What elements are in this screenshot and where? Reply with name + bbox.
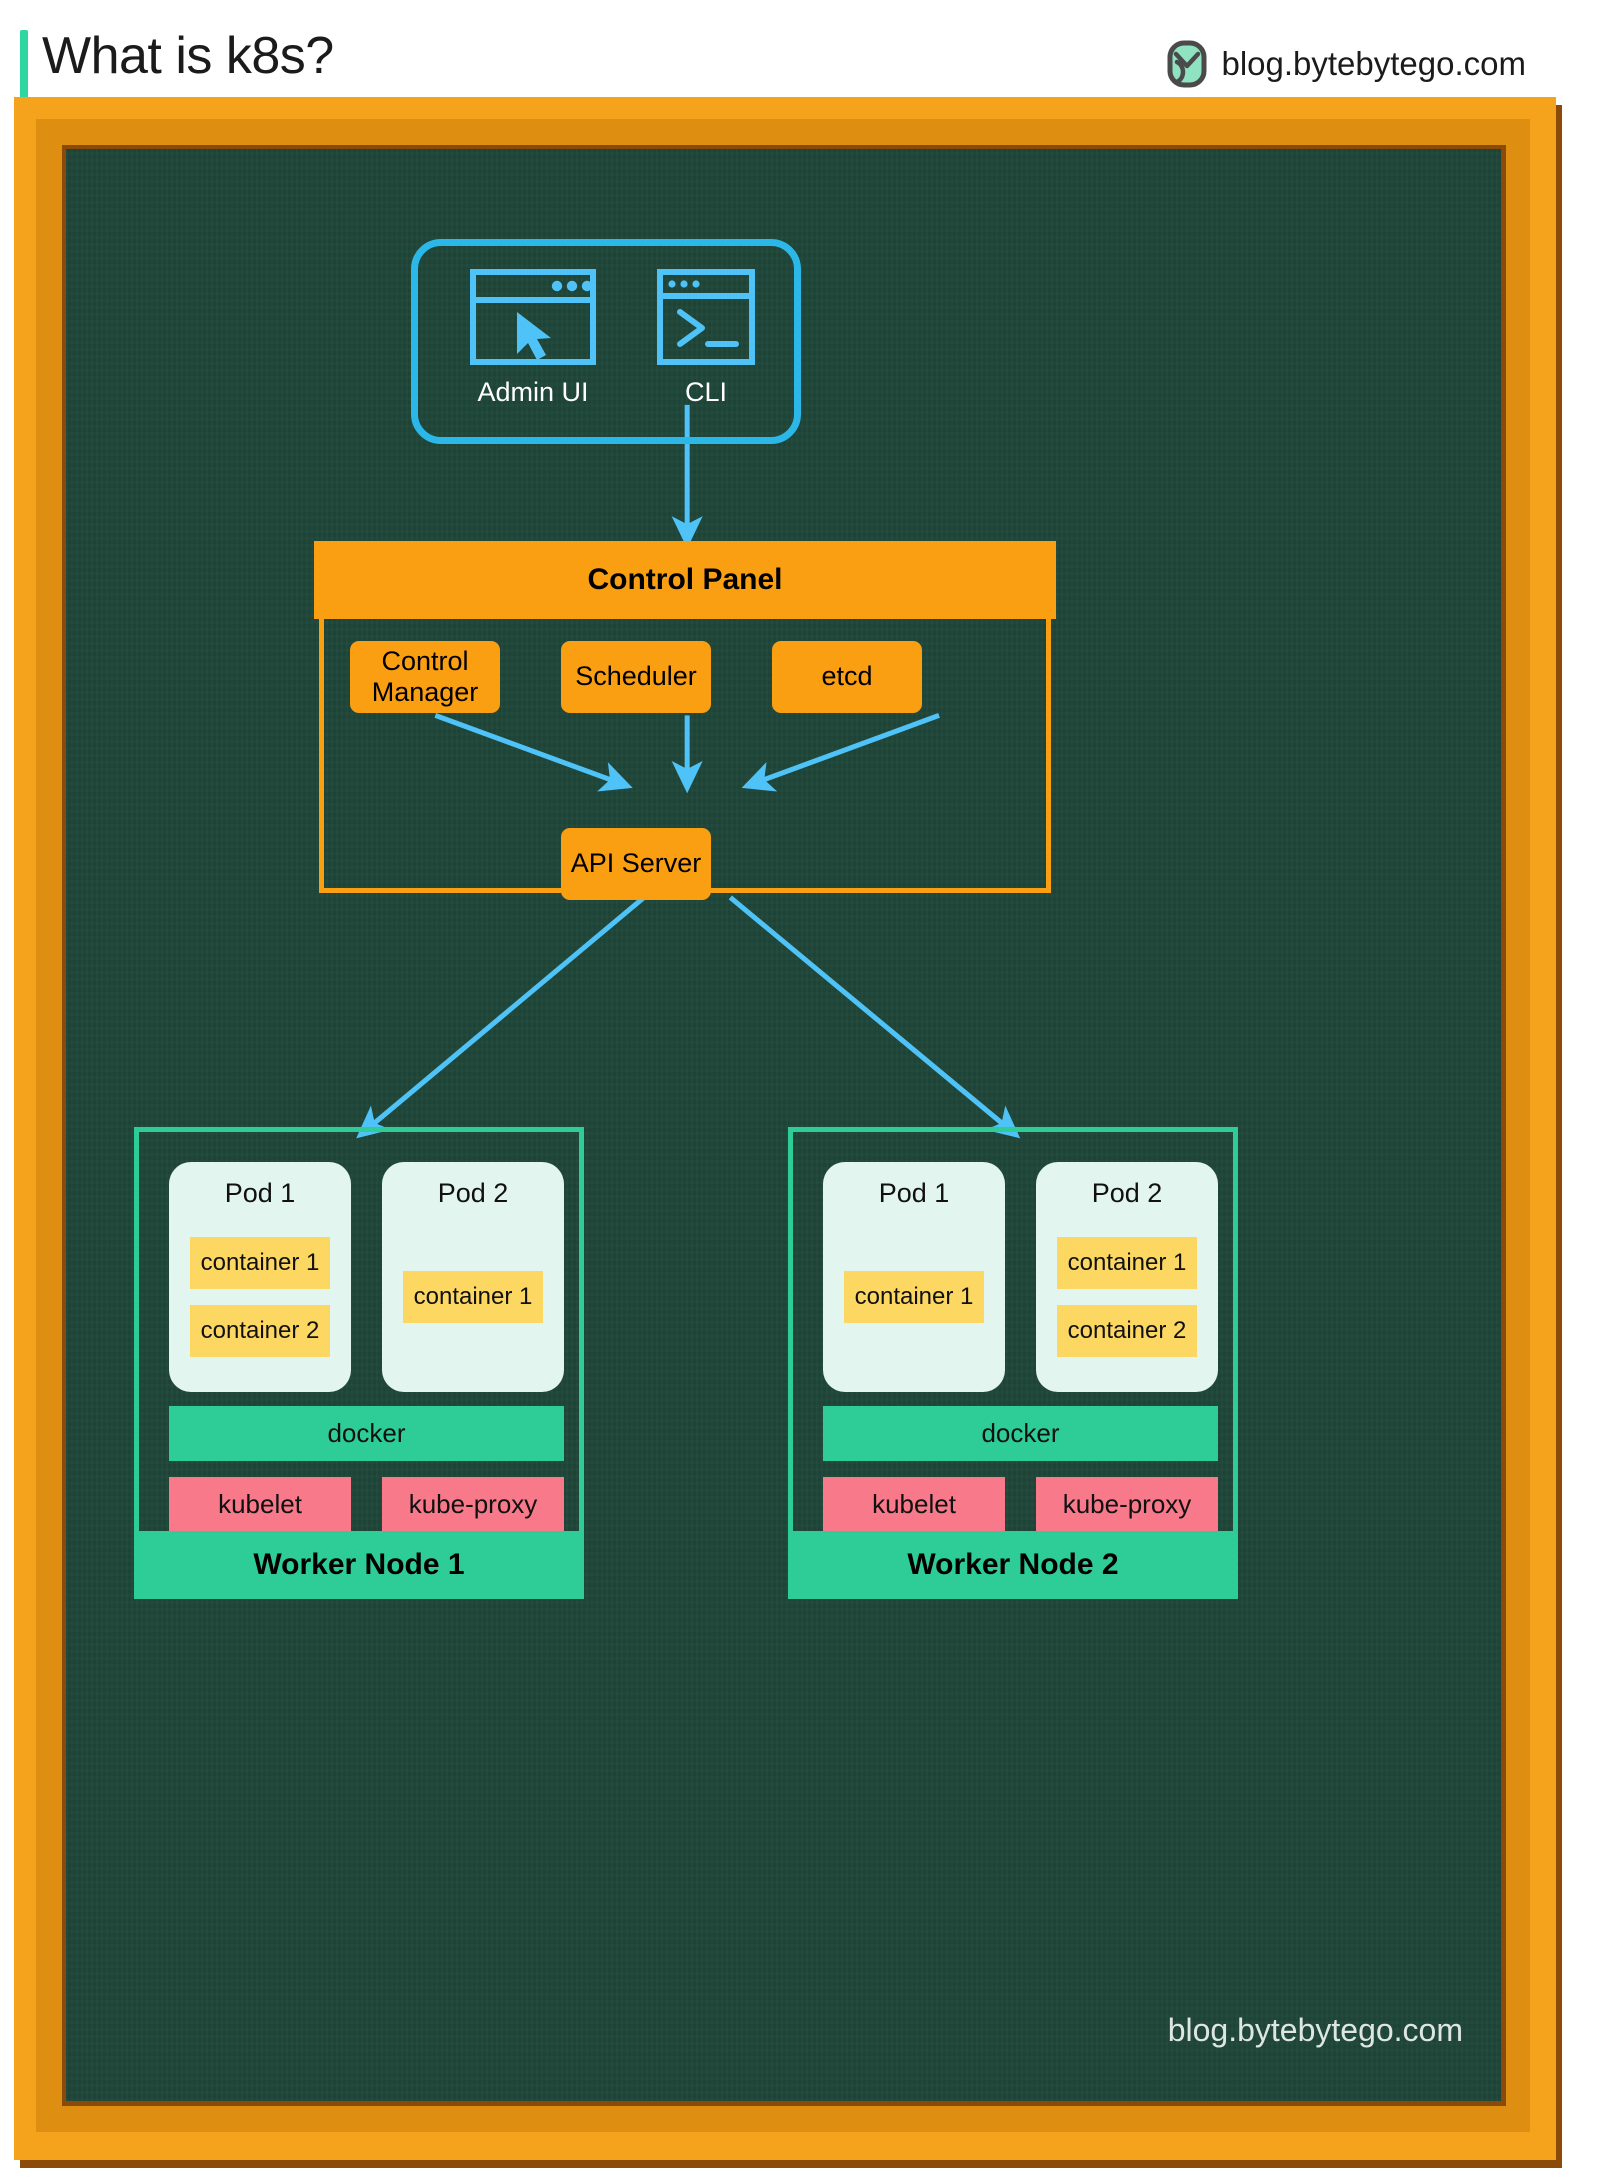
pod[interactable]: Pod 2 container 1 container 2 [1036,1162,1218,1392]
pod[interactable]: Pod 2 container 1 [382,1162,564,1392]
container-runtime-docker[interactable]: docker [823,1406,1218,1461]
worker-node-1-body: Pod 1 container 1 container 2 Pod 2 cont… [134,1127,584,1539]
chalkboard-surface: Admin UI CLI Control Panel Control Manag… [66,149,1501,2101]
brand-label: blog.bytebytego.com [1221,45,1526,82]
container-chip[interactable]: container 1 [1057,1236,1197,1289]
pod-title: Pod 2 [437,1178,509,1208]
component-api-server[interactable]: API Server [561,828,711,900]
control-panel-group: Control Panel Control Manager Scheduler … [314,541,1056,900]
pod[interactable]: Pod 1 container 1 [823,1162,1005,1392]
pod-title: Pod 1 [878,1178,950,1208]
chalkboard-frame: Admin UI CLI Control Panel Control Manag… [14,97,1556,2160]
pod-title: Pod 2 [1091,1178,1163,1208]
board-watermark: blog.bytebytego.com [1167,2012,1463,2048]
control-manager-line2: Manager [371,677,479,707]
service-kubelet[interactable]: kubelet [823,1477,1005,1532]
worker-node-2-title: Worker Node 2 [788,1531,1238,1599]
container-chip[interactable]: container 1 [403,1270,543,1323]
chalkboard-frame-inner: Admin UI CLI Control Panel Control Manag… [62,145,1506,2106]
control-panel-title: Control Panel [314,541,1056,619]
container-chip[interactable]: container 2 [190,1304,330,1357]
connector-arrows [356,404,1021,1139]
arrow-api-to-worker-node-2 [728,895,1021,1139]
worker-node-2-body: Pod 1 container 1 Pod 2 container 1 cont… [788,1127,1238,1539]
component-control-manager[interactable]: Control Manager [350,641,500,713]
control-manager-line1: Control [381,645,469,676]
terminal-prompt-icon [657,269,755,365]
service-kubelet[interactable]: kubelet [169,1477,351,1532]
client-cli[interactable]: CLI [646,268,766,408]
service-kube-proxy[interactable]: kube-proxy [382,1477,564,1532]
container-chip[interactable]: container 2 [1057,1304,1197,1357]
browser-window-cursor-icon [470,269,596,365]
chalkboard-frame-mid: Admin UI CLI Control Panel Control Manag… [36,119,1530,2132]
pod-title: Pod 1 [224,1178,296,1208]
service-kube-proxy[interactable]: kube-proxy [1036,1477,1218,1532]
component-scheduler[interactable]: Scheduler [561,641,711,713]
pod-containers: container 1 container 2 [1036,1215,1218,1392]
page-title: What is k8s? [42,27,334,85]
client-label: Admin UI [477,377,589,407]
container-runtime-docker[interactable]: docker [169,1406,564,1461]
worker-node-1-title: Worker Node 1 [134,1531,584,1599]
control-panel-body: Control Manager Scheduler etcd API Serve… [319,619,1051,900]
container-chip[interactable]: container 1 [190,1236,330,1289]
worker-node-1: Pod 1 container 1 container 2 Pod 2 cont… [134,1127,584,1599]
pod[interactable]: Pod 1 container 1 container 2 [169,1162,351,1392]
pod-containers: container 1 container 2 [169,1215,351,1392]
worker-node-2: Pod 1 container 1 Pod 2 container 1 cont… [788,1127,1238,1599]
arrow-api-to-worker-node-1 [356,895,646,1139]
clients-group: Admin UI CLI [411,239,801,444]
pod-containers: container 1 [382,1215,564,1392]
brand: blog.bytebytego.com [1167,40,1526,88]
title-accent-bar [20,30,28,98]
bytebytego-logo-icon [1167,40,1207,88]
client-admin-ui[interactable]: Admin UI [458,268,608,408]
client-label: CLI [684,377,728,407]
pod-containers: container 1 [823,1215,1005,1392]
container-chip[interactable]: container 1 [844,1270,984,1323]
component-etcd[interactable]: etcd [772,641,922,713]
